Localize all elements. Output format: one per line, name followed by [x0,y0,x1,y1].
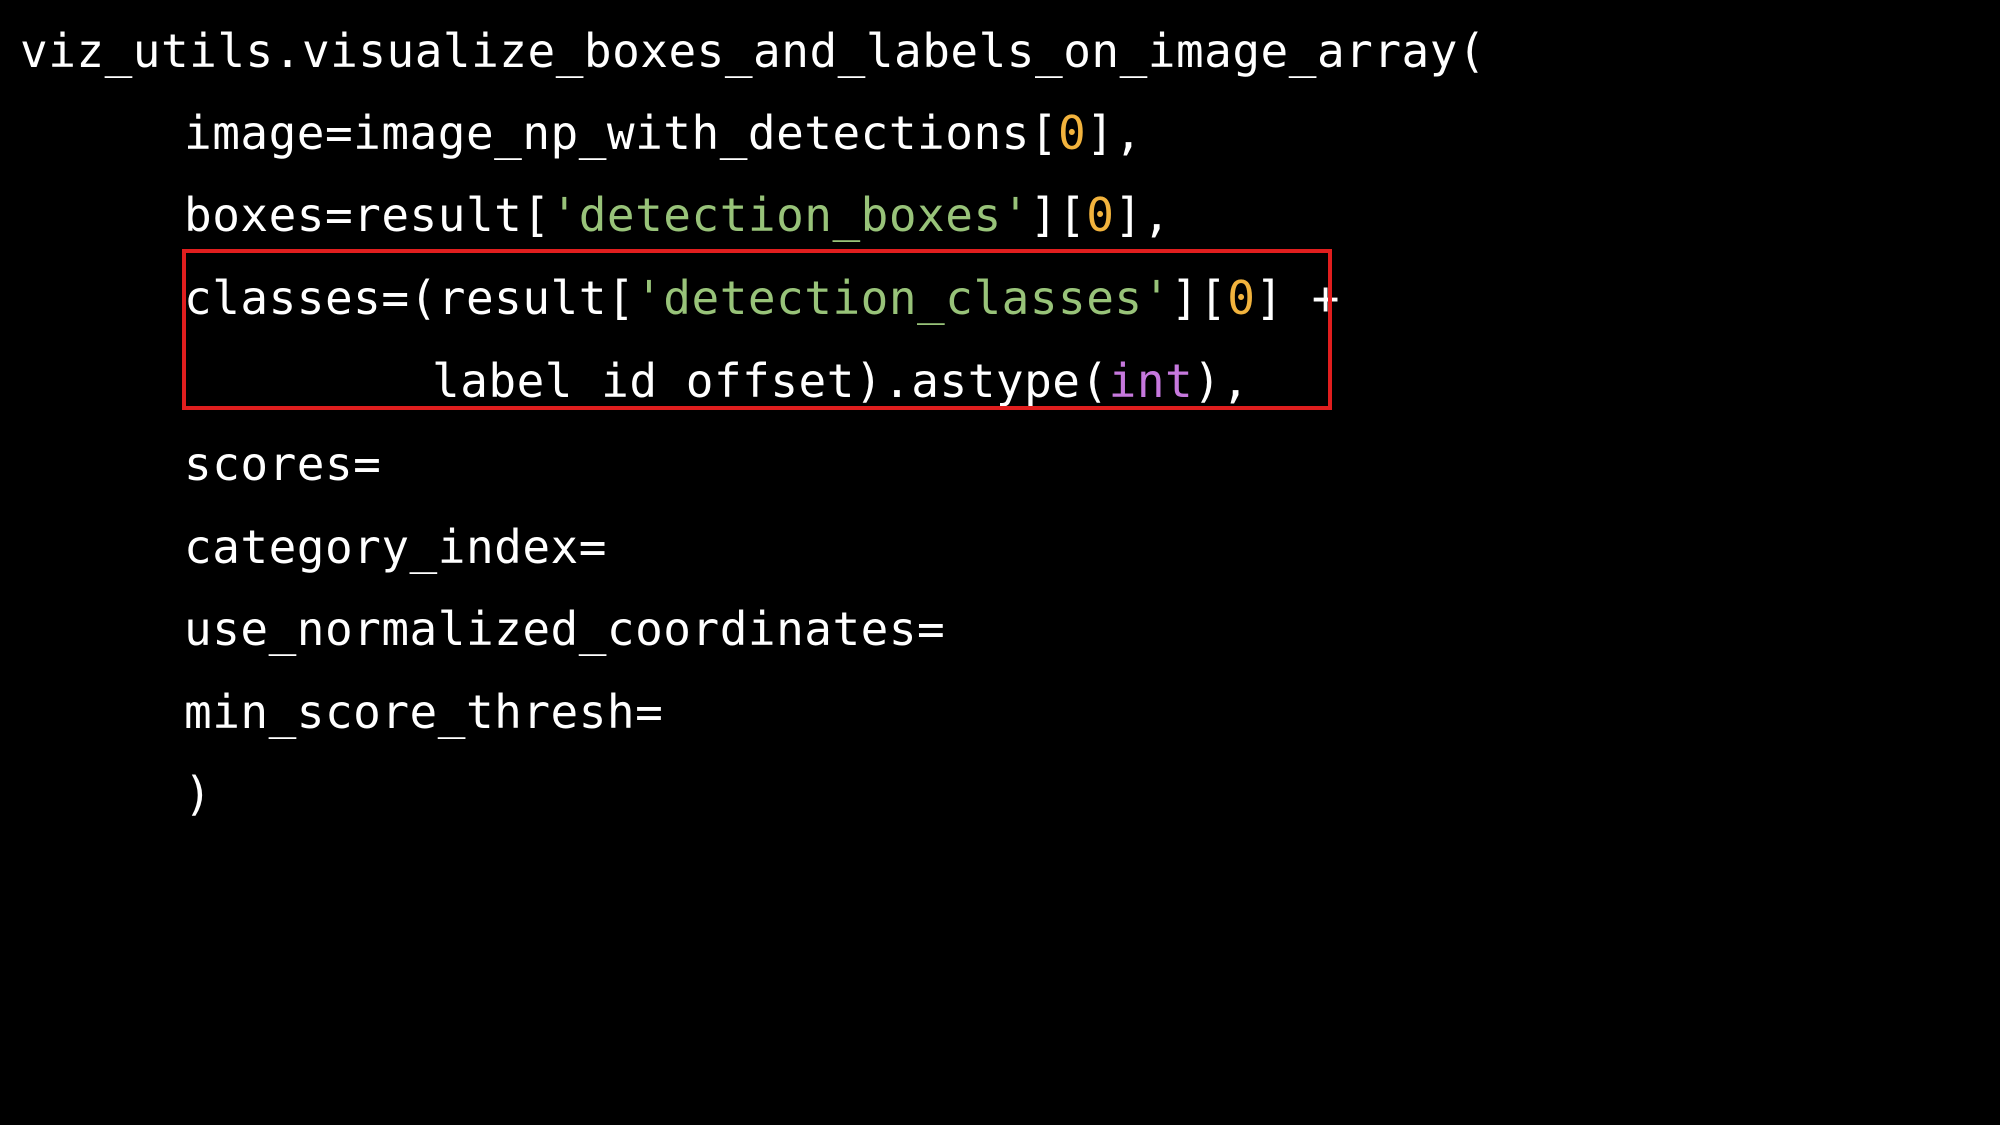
code-line-close-paren: ) [184,771,212,817]
code-line-boxes-arg: boxes=result['detection_boxes'][0], [184,192,1171,238]
code-string: 'detection_boxes' [550,188,1030,242]
code-line-image-arg: image=image_np_with_detections[0], [184,110,1143,156]
code-text: ][ [1029,188,1087,242]
code-line-normalized-coords-arg: use_normalized_coordinates= [184,606,945,652]
code-text: ], [1114,188,1171,242]
code-text: scores= [184,437,382,491]
code-text: use_normalized_coordinates= [184,602,946,656]
code-number: 0 [1058,106,1087,160]
code-text: min_score_thresh= [184,685,664,739]
code-text: ], [1086,106,1143,160]
code-slide: viz_utils.visualize_boxes_and_labels_on_… [0,0,2000,1125]
code-text: boxes=result[ [184,188,551,242]
code-line-scores-arg: scores= [184,441,381,487]
code-line-function-call: viz_utils.visualize_boxes_and_labels_on_… [20,28,1486,74]
code-number: 0 [1086,188,1115,242]
code-text: ) [184,767,213,821]
code-text: category_index= [184,520,607,574]
code-line-min-score-arg: min_score_thresh= [184,689,663,735]
highlight-box [182,249,1332,410]
code-line-category-index-arg: category_index= [184,524,607,570]
code-text: viz_utils.visualize_boxes_and_labels_on_… [20,24,1487,78]
code-text: image=image_np_with_detections[ [184,106,1059,160]
